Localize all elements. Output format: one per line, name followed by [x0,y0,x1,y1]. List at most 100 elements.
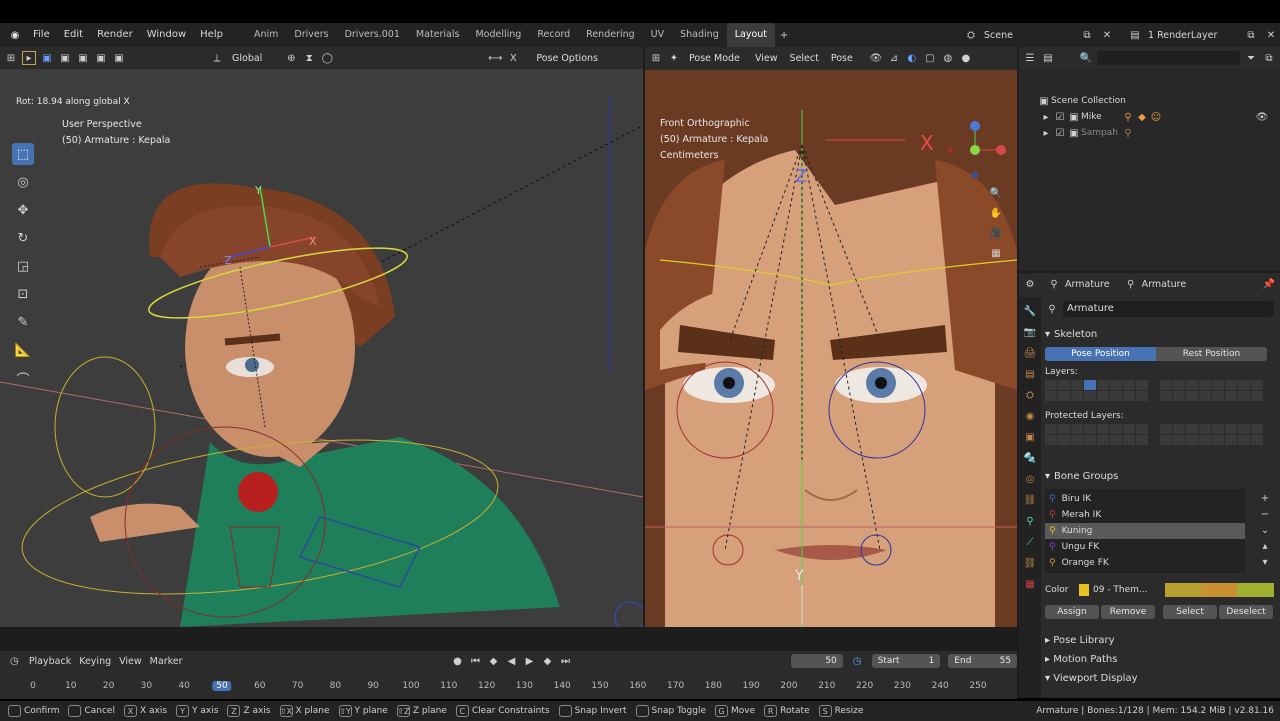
close-layer-icon[interactable]: ✕ [1264,28,1278,42]
tab-drivers[interactable]: Drivers [286,23,336,47]
menu-window[interactable]: Window [140,23,193,47]
bone-group-item[interactable]: ⚲ Orange FK [1045,555,1245,571]
motion-paths-panel[interactable]: ▸ Motion Paths [1045,654,1274,665]
timeline-editor-icon[interactable]: ◷ [8,654,21,668]
scene-tab-icon[interactable]: ⛭ [1022,387,1038,403]
select-tool-icon[interactable]: ⬚ [12,143,34,165]
outliner-search-icon[interactable]: 🔍 [1079,51,1093,65]
visibility-icon[interactable]: 👁 [869,52,883,66]
protected-layers-grid[interactable] [1045,424,1275,446]
wireframe-shading-icon[interactable]: ◍ [941,52,955,66]
assign-button[interactable]: Assign [1045,605,1099,619]
motion-paths-title[interactable]: Motion Paths [1053,654,1117,665]
filter-icon[interactable]: ⏷ [1244,51,1258,65]
overlay-icon[interactable]: ◐ [905,52,919,66]
bone-group-item[interactable]: ⚲ Biru IK [1045,491,1245,507]
object-tab-icon[interactable]: ▣ [1022,429,1038,445]
xray-icon[interactable]: ▢ [923,52,937,66]
copy-layer-icon[interactable]: ⧉ [1244,28,1258,42]
modifier-tab-icon[interactable]: 🔩 [1022,450,1038,466]
marker-menu[interactable]: Marker [150,656,183,667]
jump-start-icon[interactable]: ⏮ [469,654,483,668]
outliner-item-sampah[interactable]: ▸ ☑ ▣ Sampah ⚲ [1039,126,1269,140]
bone-group-item[interactable]: ⚲ Ungu FK [1045,539,1245,555]
measure-tool-icon[interactable]: 📐 [12,339,34,361]
ortho-grid-icon[interactable]: ▦ [989,246,1003,260]
collapse-arrow-icon[interactable]: ▾ [1045,673,1050,684]
texture-tab-icon[interactable]: ▦ [1022,576,1038,592]
rest-position-button[interactable]: Rest Position [1156,347,1267,361]
frame-ruler[interactable]: 0 10 20 30 40 50 60 70 80 90 100 110 120 130 140 150 160… [0,673,1017,693]
end-frame-field[interactable]: End 55 [948,654,1017,668]
tab-modelling[interactable]: Modelling [467,23,529,47]
editor-type-right-icon[interactable]: ⊞ [649,52,663,66]
play-icon[interactable]: ▶ [523,654,537,668]
expand-arrow-icon[interactable]: ▸ [1039,110,1053,124]
zoom-icon[interactable]: 🔍 [989,186,1003,200]
expand-arrow-icon[interactable]: ▸ [1039,126,1053,140]
bone-tab-icon[interactable]: ⟋ [1022,534,1038,550]
tab-anim[interactable]: Anim [246,23,286,47]
checkbox-icon[interactable]: ☑ [1053,110,1067,124]
remove-group-icon[interactable]: − [1258,507,1272,521]
preview-range-icon[interactable]: ◷ [851,654,864,668]
menu-edit[interactable]: Edit [57,23,90,47]
layers-grid[interactable] [1045,380,1275,402]
armature-name-field[interactable]: Armature [1063,301,1274,317]
menu-help[interactable]: Help [193,23,230,47]
playback-menu[interactable]: Playback [29,656,71,667]
tool-tab-icon[interactable]: 🔧 [1022,303,1038,319]
scene-name[interactable]: Scene [984,30,1074,41]
pose-library-title[interactable]: Pose Library [1053,635,1114,646]
outliner-item-mike[interactable]: ▸ ☑ ▣ Mike ⚲ ◆ ☺ 👁 [1039,110,1269,124]
pan-hand-icon[interactable]: ✋ [989,206,1003,220]
tab-record[interactable]: Record [529,23,578,47]
render-tab-icon[interactable]: 📷 [1022,324,1038,340]
tab-drivers-001[interactable]: Drivers.001 [337,23,408,47]
outliner-editor-icon[interactable]: ☰ [1023,51,1037,65]
keying-menu[interactable]: Keying [79,656,111,667]
rotate-tool-icon[interactable]: ↻ [12,227,34,249]
eye-icon[interactable]: 👁 [1255,110,1269,124]
next-keyframe-icon[interactable]: ◆ [541,654,555,668]
collapse-arrow-icon[interactable]: ▾ [1045,329,1050,340]
view-menu[interactable]: View [751,52,782,65]
collapse-arrow-icon[interactable]: ▾ [1045,471,1050,482]
add-group-icon[interactable]: + [1258,491,1272,505]
bone-groups-title[interactable]: Bone Groups [1054,471,1118,482]
new-collection-icon[interactable]: ⧉ [1262,51,1276,65]
display-mode-icon[interactable]: ▤ [1041,51,1055,65]
tab-shading[interactable]: Shading [672,23,727,47]
color-set-dropdown[interactable]: 09 - Them... [1093,585,1161,595]
view-layer-tab-icon[interactable]: ▤ [1022,366,1038,382]
bone-constraint-tab-icon[interactable]: ⛓ [1022,555,1038,571]
scene-selector[interactable]: ⛭ Scene ⧉ ✕ ▤ 1 RenderLayer ⧉ ✕ [964,23,1278,47]
render-layer-name[interactable]: 1 RenderLayer [1148,30,1238,41]
move-tool-icon[interactable]: ✥ [12,199,34,221]
pose-tool-icon[interactable]: ⌒ [12,367,34,389]
tab-layout[interactable]: Layout [726,23,776,47]
move-up-icon[interactable]: ▴ [1258,539,1272,553]
menu-file[interactable]: File [26,23,57,47]
record-icon[interactable]: ● [451,654,465,668]
outliner-search-input[interactable] [1097,51,1240,65]
viewport-right[interactable]: Z X Y Front Orthographic (50) Armature :… [645,70,1017,627]
deselect-button[interactable]: Deselect [1219,605,1273,619]
solid-shading-icon[interactable]: ● [959,52,973,66]
menu-render[interactable]: Render [90,23,140,47]
constraint-tab-icon[interactable]: ⛓ [1022,492,1038,508]
add-workspace-icon[interactable]: + [777,28,791,42]
scale-tool-icon[interactable]: ◲ [12,255,34,277]
play-reverse-icon[interactable]: ◀ [505,654,519,668]
start-frame-field[interactable]: Start 1 [871,654,941,668]
transform-tool-icon[interactable]: ⊡ [12,283,34,305]
prev-keyframe-icon[interactable]: ◆ [487,654,501,668]
current-frame-field[interactable]: 50 [790,654,843,668]
select-menu[interactable]: Select [786,52,823,65]
copy-icon[interactable]: ⧉ [1080,28,1094,42]
pose-menu[interactable]: Pose [827,52,857,65]
move-down-icon[interactable]: ▾ [1258,555,1272,569]
jump-end-icon[interactable]: ⏭ [559,654,573,668]
camera-icon[interactable]: 🎥 [989,226,1003,240]
viewport-left[interactable]: ⊞ ▸ ▣ ▣ ▣ ▣ ▣ ⟂ Global ⊕ ⧗ ◯ ⟷ X Pose Op… [0,47,643,627]
